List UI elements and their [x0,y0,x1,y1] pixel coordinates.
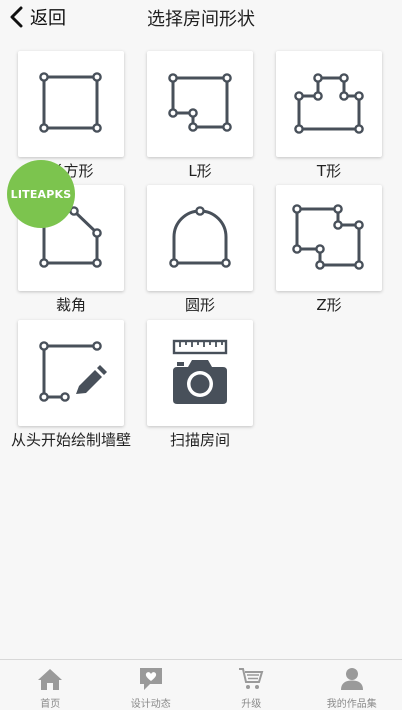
l-shape-icon [168,73,232,132]
scan-camera-icon [172,339,228,404]
shape-card-scan-room[interactable] [147,320,253,426]
rectangle-shape-icon [39,72,102,133]
shape-label: T形 [316,162,342,180]
shape-card-z[interactable] [276,185,382,291]
tab-label: 首页 [40,699,61,710]
arch-shape-icon [169,206,231,268]
pencil-icon [76,365,107,394]
z-shape-icon [292,204,364,270]
tab-home[interactable]: 首页 [0,660,101,710]
shape-card-l[interactable] [147,51,253,157]
tab-label: 我的作品集 [326,699,377,710]
shape-card-rectangle[interactable] [18,51,124,157]
t-shape-icon [294,73,364,134]
home-icon [38,669,63,690]
tab-label: 设计动态 [130,699,171,710]
tab-upgrade[interactable]: 升级 [201,660,302,710]
shape-label: 扫描房间 [169,431,230,449]
page-title: 选择房间形状 [147,9,255,30]
watermark-badge: LITEAPKS [7,160,75,228]
shape-label: Z形 [316,296,342,314]
shape-card-draw-wall[interactable] [18,320,124,426]
shape-card-t[interactable] [276,51,382,157]
bottom-tab-bar: 首页 设计动态 升级 我的作品集 [0,659,402,710]
person-icon [340,668,363,690]
draw-wall-icon [39,341,107,402]
header: 返回 选择房间形状 [0,0,402,34]
tab-label: 升级 [241,699,262,710]
chat-heart-icon [139,668,162,690]
cart-icon [239,668,264,689]
shape-card-arch[interactable] [147,185,253,291]
tab-my-portfolio[interactable]: 我的作品集 [302,660,402,710]
tab-design-feed[interactable]: 设计动态 [101,660,202,710]
